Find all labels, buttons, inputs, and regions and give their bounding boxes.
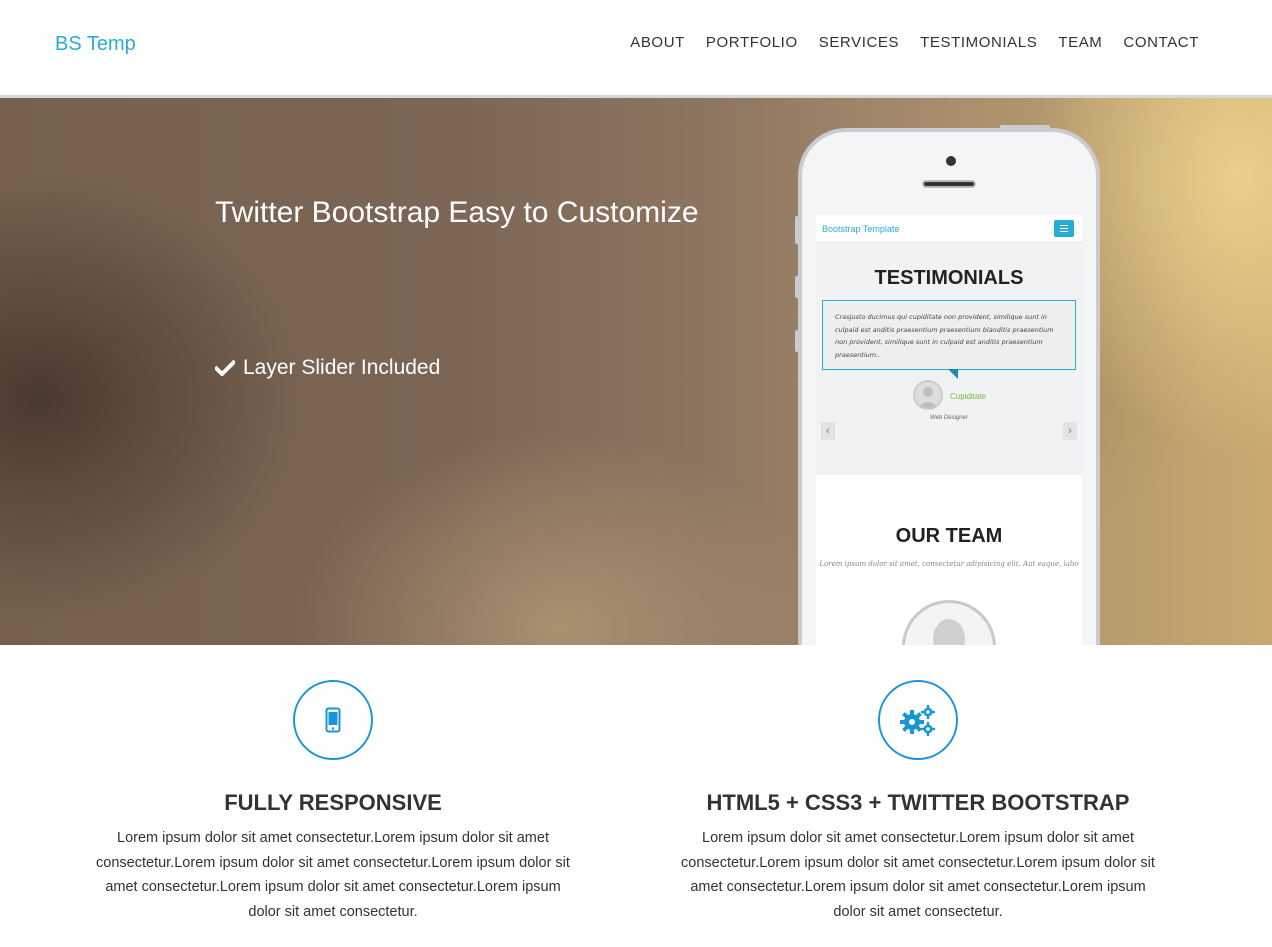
nav-item-testimonials: TESTIMONIALS	[920, 34, 1037, 52]
screen-brand: Bootstrap Template	[822, 224, 900, 234]
hero-feature: Layer Slider Included	[215, 356, 440, 380]
nav-link-portfolio[interactable]: PORTFOLIO	[706, 34, 798, 51]
feature-description: Lorem ipsum dolor sit amet consectetur.L…	[96, 830, 570, 920]
nav-item-contact: CONTACT	[1123, 34, 1199, 52]
hamburger-menu-icon	[1054, 220, 1074, 237]
nav-link-team[interactable]: TEAM	[1058, 34, 1102, 51]
phone-camera	[946, 156, 956, 166]
screen-quote: Crasjusto ducimus qui cupiditate non pro…	[822, 300, 1076, 370]
hero-title: Twitter Bootstrap Easy to Customize	[215, 196, 699, 229]
nav-link-testimonials[interactable]: TESTIMONIALS	[920, 34, 1037, 51]
navbar: BS Temp ABOUT PORTFOLIO SERVICES TESTIMO…	[0, 0, 1272, 95]
gears-icon	[878, 680, 958, 760]
feature-description: Lorem ipsum dolor sit amet consectetur.L…	[681, 830, 1155, 920]
brand-logo[interactable]: BS Temp	[55, 33, 136, 56]
screen-author-role: Web Designer	[930, 415, 968, 421]
nav-link-contact[interactable]: CONTACT	[1123, 34, 1199, 51]
screen-team-subtitle: Lorem ipsum dolor sit amet, consectetur …	[819, 560, 1079, 568]
checkmark-icon	[215, 360, 235, 376]
phone-speaker	[922, 180, 976, 188]
nav-item-about: ABOUT	[630, 34, 685, 52]
screen-testimonials-heading: TESTIMONIALS	[874, 267, 1024, 289]
chevron-right-icon: ›	[1063, 422, 1077, 440]
hero-slider[interactable]: Twitter Bootstrap Easy to Customize Laye…	[0, 98, 1272, 645]
nav-item-portfolio: PORTFOLIO	[706, 34, 798, 52]
avatar-icon	[913, 380, 943, 410]
feature-title: FULLY RESPONSIVE	[224, 790, 442, 815]
screen-author-name: Cupiditate	[950, 392, 987, 401]
feature-title: HTML5 + CSS3 + TWITTER BOOTSTRAP	[706, 790, 1130, 815]
phone-mockup: Bootstrap Template TESTIMONIALS Crasjust…	[798, 128, 1100, 645]
nav-link-services[interactable]: SERVICES	[819, 34, 899, 51]
quote-pointer	[948, 369, 958, 379]
nav-link-about[interactable]: ABOUT	[630, 34, 685, 51]
mobile-phone-icon	[293, 680, 373, 760]
nav-item-services: SERVICES	[819, 34, 899, 52]
phone-screen: Bootstrap Template TESTIMONIALS Crasjust…	[816, 215, 1082, 645]
main-nav: ABOUT PORTFOLIO SERVICES TESTIMONIALS TE…	[609, 34, 1199, 52]
screen-navbar: Bootstrap Template	[816, 215, 1082, 243]
hero-feature-label: Layer Slider Included	[243, 356, 441, 379]
chevron-left-icon: ‹	[821, 422, 835, 440]
nav-item-team: TEAM	[1058, 34, 1102, 52]
screen-team-heading: OUR TEAM	[895, 525, 1003, 547]
